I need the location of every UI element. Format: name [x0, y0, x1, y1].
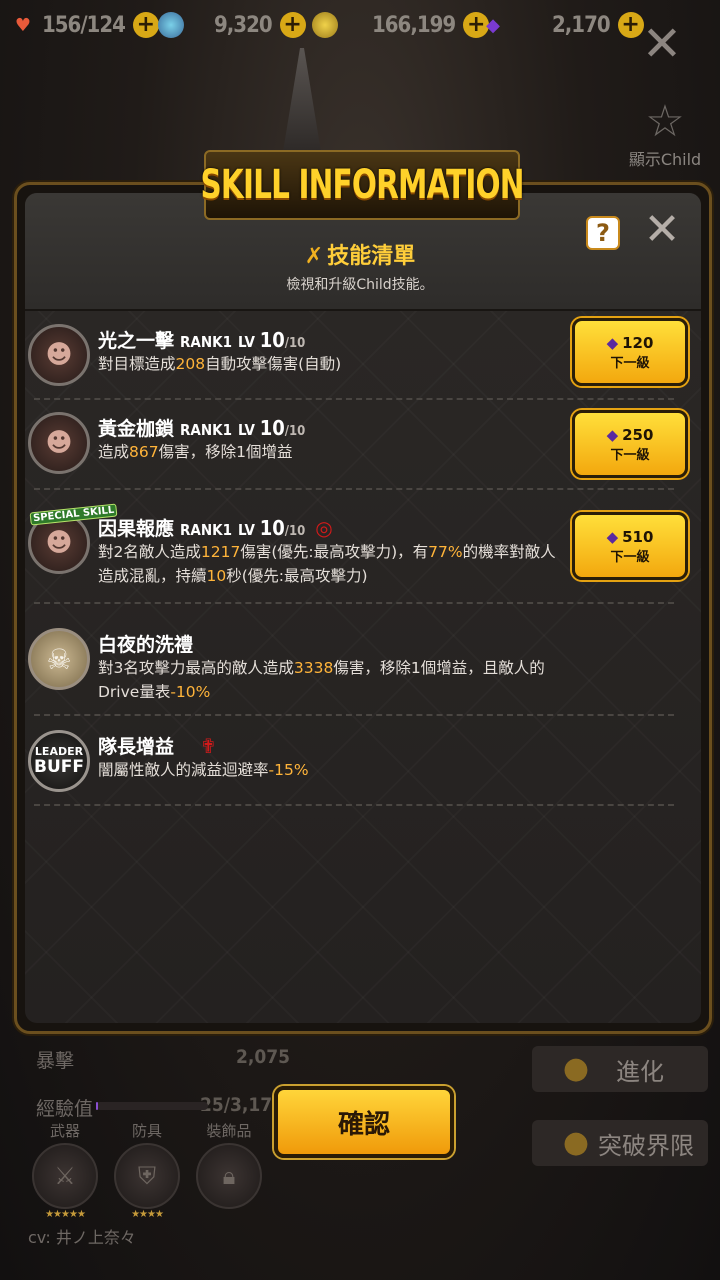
divider: [34, 488, 674, 490]
skill-upgrade-button[interactable]: ◆ 250 下一級: [572, 410, 688, 478]
gem-icon: ◆: [486, 14, 500, 36]
close-modal-button[interactable]: ✕: [640, 208, 684, 252]
limit-break-button[interactable]: ● 突破界限: [532, 1120, 708, 1166]
crit-value: 2,075: [236, 1046, 291, 1068]
gem-value: 2,170: [552, 12, 611, 38]
gem-icon: ◆: [606, 527, 619, 546]
skill-upgrade-button[interactable]: ◆ 510 下一級: [572, 512, 688, 580]
gem-icon: ◆: [606, 425, 619, 444]
heart-icon: ♥: [14, 14, 32, 36]
skill-portrait-icon: ☻: [28, 412, 90, 474]
crit-label: 暴擊: [36, 1050, 75, 1072]
divider: [34, 714, 674, 716]
skill-upgrade-button[interactable]: ◆ 120 下一級: [572, 318, 688, 386]
person-plus-icon: ●: [562, 1125, 590, 1160]
orb-icon: [158, 12, 184, 38]
skill-name: 隊長增益 ✟: [98, 734, 217, 758]
skill-name: 因果報應 RANK1 LV 10/10 ◎: [98, 516, 333, 540]
skill-info-modal: [14, 182, 712, 1034]
divider: [34, 398, 674, 400]
modal-title-banner: SKILL INFORMATION: [200, 150, 524, 220]
skill-list-subtitle: 檢視和升級Child技能。: [286, 277, 434, 293]
gold-value: 166,199: [372, 12, 456, 38]
skill-description: 對3名攻擊力最高的敵人造成3338傷害，移除1個增益，且敵人的Drive量表-1…: [98, 659, 545, 701]
person-star-icon: ●: [562, 1051, 590, 1086]
stamina-value: 156/124: [42, 12, 126, 38]
skull-icon: ☠: [28, 628, 90, 690]
exp-value: 25/3,173: [200, 1094, 285, 1116]
skill-description: 對目標造成208自動攻擊傷害(自動): [98, 355, 342, 373]
skill-description: 對2名敵人造成1217傷害(優先:最高攻擊力)，有77%的機率對敵人造成混亂，持…: [98, 543, 556, 585]
dark-cross-icon: ✟: [200, 734, 217, 758]
orb-value: 9,320: [214, 12, 273, 38]
equip-label-weapon: 武器: [49, 1122, 80, 1140]
gem-icon: ◆: [606, 333, 619, 352]
equip-label-armor: 防具: [131, 1122, 162, 1140]
skill-swords-icon: ✗: [304, 244, 324, 269]
voice-actor-credit: cv: 井ノ上奈々: [28, 1228, 136, 1247]
resource-orb: 9,320 +: [158, 8, 306, 42]
resource-gem: ◆ 2,170 +: [480, 8, 644, 42]
exp-label: 經驗值: [36, 1098, 94, 1120]
skill-description: 闇屬性敵人的減益迴避率-15%: [98, 761, 309, 779]
help-button[interactable]: ?: [586, 216, 620, 250]
gold-coin-icon: [312, 12, 338, 38]
equip-slot-armor[interactable]: 防具 ⛨ ★★★★: [114, 1120, 180, 1220]
evolve-button[interactable]: ● 進化: [532, 1046, 708, 1092]
skill-name: 黃金枷鎖 RANK1 LV 10/10: [98, 416, 306, 440]
leader-buff-icon: LEADER BUFF: [28, 730, 90, 792]
equip-slot-weapon[interactable]: 武器 ⚔ ★★★★★: [32, 1120, 98, 1220]
skill-list-header: ✗ 技能清單 檢視和升級Child技能。: [200, 238, 520, 294]
limit-break-label: 突破界限: [598, 1131, 694, 1160]
add-stamina-button[interactable]: +: [132, 12, 159, 38]
skill-description: 造成867傷害，移除1個增益: [98, 443, 293, 461]
skill-portrait-icon: ☻: [28, 324, 90, 386]
divider: [34, 804, 674, 806]
confirm-button[interactable]: 確認: [274, 1086, 454, 1158]
exp-progress-bar: [96, 1102, 208, 1110]
swirl-icon: ◎: [315, 516, 333, 540]
evolve-label: 進化: [616, 1057, 664, 1086]
skill-name: 光之一擊 RANK1 LV 10/10: [98, 328, 306, 352]
skill-list-title: ✗ 技能清單: [304, 244, 416, 269]
exp-progress-fill: [96, 1102, 99, 1110]
close-screen-button[interactable]: ✕: [638, 20, 686, 70]
show-child-label: 顯示Child: [628, 150, 702, 169]
sword-icon: ⚔: [32, 1143, 98, 1209]
armor-icon: ⛨: [114, 1143, 180, 1209]
equip-slot-accessory[interactable]: 裝飾品 🔒︎: [196, 1120, 262, 1209]
skill-name: 白夜的洗禮: [98, 634, 194, 656]
show-child-button[interactable]: ☆ 顯示Child: [620, 98, 710, 170]
armor-stars: ★★★★: [131, 1209, 164, 1220]
add-orb-button[interactable]: +: [279, 12, 306, 38]
star-outline-icon: ☆: [645, 96, 685, 147]
resource-stamina: ♥ 156/124 +: [10, 8, 159, 42]
equip-label-accessory: 裝飾品: [206, 1122, 252, 1140]
weapon-stars: ★★★★★: [45, 1209, 86, 1220]
divider: [34, 602, 674, 604]
lock-icon: 🔒︎: [196, 1143, 262, 1209]
modal-title: SKILL INFORMATION: [200, 162, 524, 208]
resource-bar: ♥ 156/124 + 9,320 + 166,199 + ◆ 2,170 +: [0, 0, 720, 50]
crit-stat-row: 暴擊 2,075: [36, 1046, 290, 1073]
resource-gold: 166,199 +: [312, 8, 490, 42]
